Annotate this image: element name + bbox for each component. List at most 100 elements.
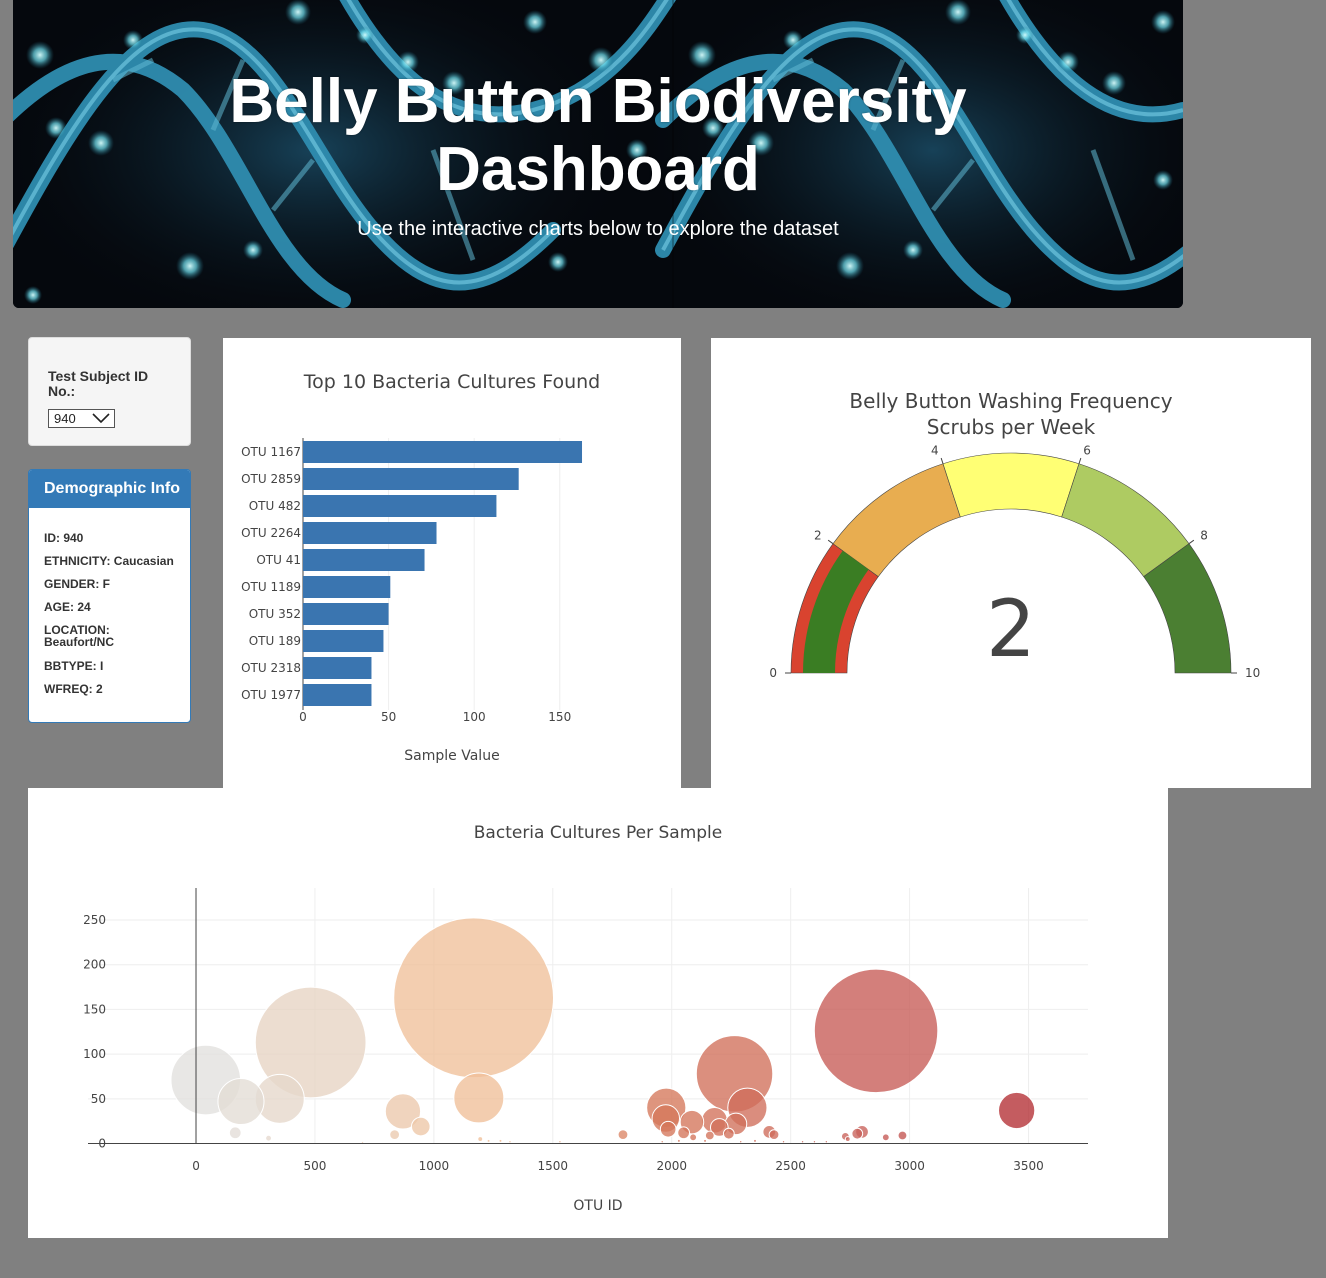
bubble-mark[interactable] bbox=[753, 1138, 757, 1143]
subject-selector-panel: Test Subject ID No.: 940 bbox=[28, 337, 191, 446]
bar-category-label: OTU 189 bbox=[249, 634, 301, 648]
bar-category-label: OTU 2859 bbox=[241, 472, 301, 486]
bubble-mark[interactable] bbox=[393, 917, 554, 1079]
gauge-tick-label: 6 bbox=[1083, 443, 1091, 457]
page-title-line2: Dashboard bbox=[436, 135, 760, 204]
bar-mark[interactable] bbox=[303, 603, 389, 625]
bar-x-tick-label: 100 bbox=[463, 710, 486, 724]
bubble-mark[interactable] bbox=[703, 1138, 708, 1143]
demographic-info-panel: Demographic Info ID: 940 ETHNICITY: Cauc… bbox=[28, 469, 191, 723]
bar-x-tick-label: 150 bbox=[548, 710, 571, 724]
gauge-tick-label: 10 bbox=[1245, 666, 1260, 680]
bar-chart-title: Top 10 Bacteria Cultures Found bbox=[303, 371, 600, 393]
bubble-chart-title: Bacteria Cultures Per Sample bbox=[474, 823, 722, 843]
chevron-down-icon bbox=[92, 413, 110, 424]
bubble-y-tick-label: 100 bbox=[83, 1047, 106, 1061]
bubble-mark[interactable] bbox=[881, 1133, 890, 1142]
gauge-value: 2 bbox=[986, 585, 1036, 675]
bar-mark[interactable] bbox=[303, 549, 425, 571]
bubble-mark[interactable] bbox=[659, 1120, 677, 1138]
bubble-mark[interactable] bbox=[800, 1140, 805, 1144]
bubble-mark[interactable] bbox=[851, 1127, 864, 1140]
gauge-step-band bbox=[942, 452, 1080, 518]
bubble-mark[interactable] bbox=[486, 1138, 491, 1143]
demographic-item-id: ID: 940 bbox=[44, 531, 84, 545]
bubble-x-tick-label: 3000 bbox=[894, 1159, 925, 1173]
bar-category-label: OTU 2318 bbox=[241, 661, 301, 675]
bubble-mark[interactable] bbox=[768, 1129, 780, 1140]
bubble-mark[interactable] bbox=[739, 1140, 743, 1144]
bubble-mark[interactable] bbox=[389, 1129, 401, 1140]
bar-x-tick-label: 0 bbox=[299, 710, 307, 724]
bubble-mark[interactable] bbox=[689, 1133, 698, 1142]
bar-category-label: OTU 41 bbox=[256, 553, 301, 567]
demographic-item-age: AGE: 24 bbox=[44, 600, 91, 614]
bar-mark[interactable] bbox=[303, 630, 384, 652]
bubble-y-tick-label: 250 bbox=[83, 913, 106, 927]
bubble-mark[interactable] bbox=[453, 1072, 505, 1124]
bar-mark[interactable] bbox=[303, 684, 372, 706]
bubble-mark[interactable] bbox=[498, 1138, 503, 1143]
bubble-mark[interactable] bbox=[508, 1140, 512, 1144]
bubble-x-tick-label: 3500 bbox=[1013, 1159, 1044, 1173]
gauge-tick-label: 2 bbox=[814, 528, 822, 542]
bubble-mark[interactable] bbox=[617, 1129, 629, 1140]
bubble-mark[interactable] bbox=[677, 1126, 691, 1140]
bacteria-bubble-chart[interactable]: Bacteria Cultures Per Sample 0 500 1000 150… bbox=[28, 788, 1168, 1238]
bubble-chart-x-axis-label: OTU ID bbox=[573, 1198, 622, 1214]
page-title: Belly Button Biodiversity Dashboard bbox=[13, 68, 1183, 204]
bubble-mark[interactable] bbox=[676, 1138, 681, 1143]
page-title-line1: Belly Button Biodiversity bbox=[229, 67, 967, 136]
demographic-item-ethnicity: ETHNICITY: Caucasian bbox=[44, 554, 174, 568]
demographic-item-location: LOCATION: Beaufort/NC bbox=[44, 623, 115, 649]
bar-mark[interactable] bbox=[303, 441, 583, 463]
bubble-mark[interactable] bbox=[781, 1140, 786, 1144]
bar-mark[interactable] bbox=[303, 657, 372, 679]
bubble-mark[interactable] bbox=[824, 1140, 829, 1144]
bar-mark[interactable] bbox=[303, 495, 497, 517]
bubble-mark[interactable] bbox=[660, 1140, 664, 1144]
bubble-mark[interactable] bbox=[897, 1130, 908, 1141]
bar-category-label: OTU 2264 bbox=[241, 526, 301, 540]
bar-mark[interactable] bbox=[303, 576, 391, 598]
demographic-info-title: Demographic Info bbox=[29, 470, 190, 508]
bar-mark[interactable] bbox=[303, 522, 437, 544]
bubble-mark[interactable] bbox=[998, 1091, 1036, 1130]
bubble-mark[interactable] bbox=[477, 1136, 484, 1143]
bar-category-label: OTU 1167 bbox=[241, 445, 301, 459]
bubble-mark[interactable] bbox=[410, 1116, 431, 1137]
bubble-x-tick-label: 500 bbox=[303, 1159, 326, 1173]
gauge-subtitle: Scrubs per Week bbox=[927, 415, 1096, 439]
bar-chart-x-axis-label: Sample Value bbox=[404, 748, 499, 764]
bubble-mark[interactable] bbox=[558, 1140, 562, 1144]
bubble-mark[interactable] bbox=[265, 1134, 272, 1142]
bubble-y-tick-label: 50 bbox=[91, 1092, 106, 1106]
bubble-x-tick-label: 2000 bbox=[656, 1159, 687, 1173]
bar-category-label: OTU 1189 bbox=[241, 580, 301, 594]
bubble-x-tick-label: 1000 bbox=[419, 1159, 450, 1173]
bar-x-tick-label: 50 bbox=[381, 710, 396, 724]
bubble-mark[interactable] bbox=[228, 1126, 242, 1140]
bar-mark[interactable] bbox=[303, 468, 519, 490]
bubble-mark[interactable] bbox=[813, 968, 939, 1094]
bubble-mark[interactable] bbox=[704, 1130, 715, 1141]
washing-frequency-gauge[interactable]: Belly Button Washing Frequency Scrubs pe… bbox=[711, 338, 1311, 788]
bubble-x-tick-label: 2500 bbox=[775, 1159, 806, 1173]
bubble-y-tick-label: 200 bbox=[83, 958, 106, 972]
page-subtitle: Use the interactive charts below to expl… bbox=[357, 218, 839, 240]
bar-category-label: OTU 482 bbox=[249, 499, 301, 513]
bubble-mark[interactable] bbox=[812, 1140, 817, 1144]
bubble-y-tick-label: 150 bbox=[83, 1002, 106, 1016]
demographic-info-body: ID: 940 ETHNICITY: Caucasian GENDER: F A… bbox=[44, 532, 184, 706]
subject-selector-label: Test Subject ID No.: bbox=[48, 368, 149, 399]
gauge-tick-label: 0 bbox=[769, 666, 777, 680]
subject-id-dropdown[interactable]: 940 bbox=[48, 409, 115, 428]
bubble-chart-panel: Bacteria Cultures Per Sample 0 500 1000 150… bbox=[28, 788, 1168, 1238]
gauge-title: Belly Button Washing Frequency bbox=[849, 389, 1172, 413]
gauge-tick-label: 8 bbox=[1200, 528, 1208, 542]
bubble-mark[interactable] bbox=[722, 1127, 735, 1140]
bubble-x-tick-label: 1500 bbox=[538, 1159, 569, 1173]
top10-bar-chart[interactable]: Top 10 Bacteria Cultures Found OTU 1167 O… bbox=[223, 338, 681, 788]
bubble-mark[interactable] bbox=[844, 1136, 851, 1143]
bubble-mark[interactable] bbox=[217, 1077, 265, 1126]
